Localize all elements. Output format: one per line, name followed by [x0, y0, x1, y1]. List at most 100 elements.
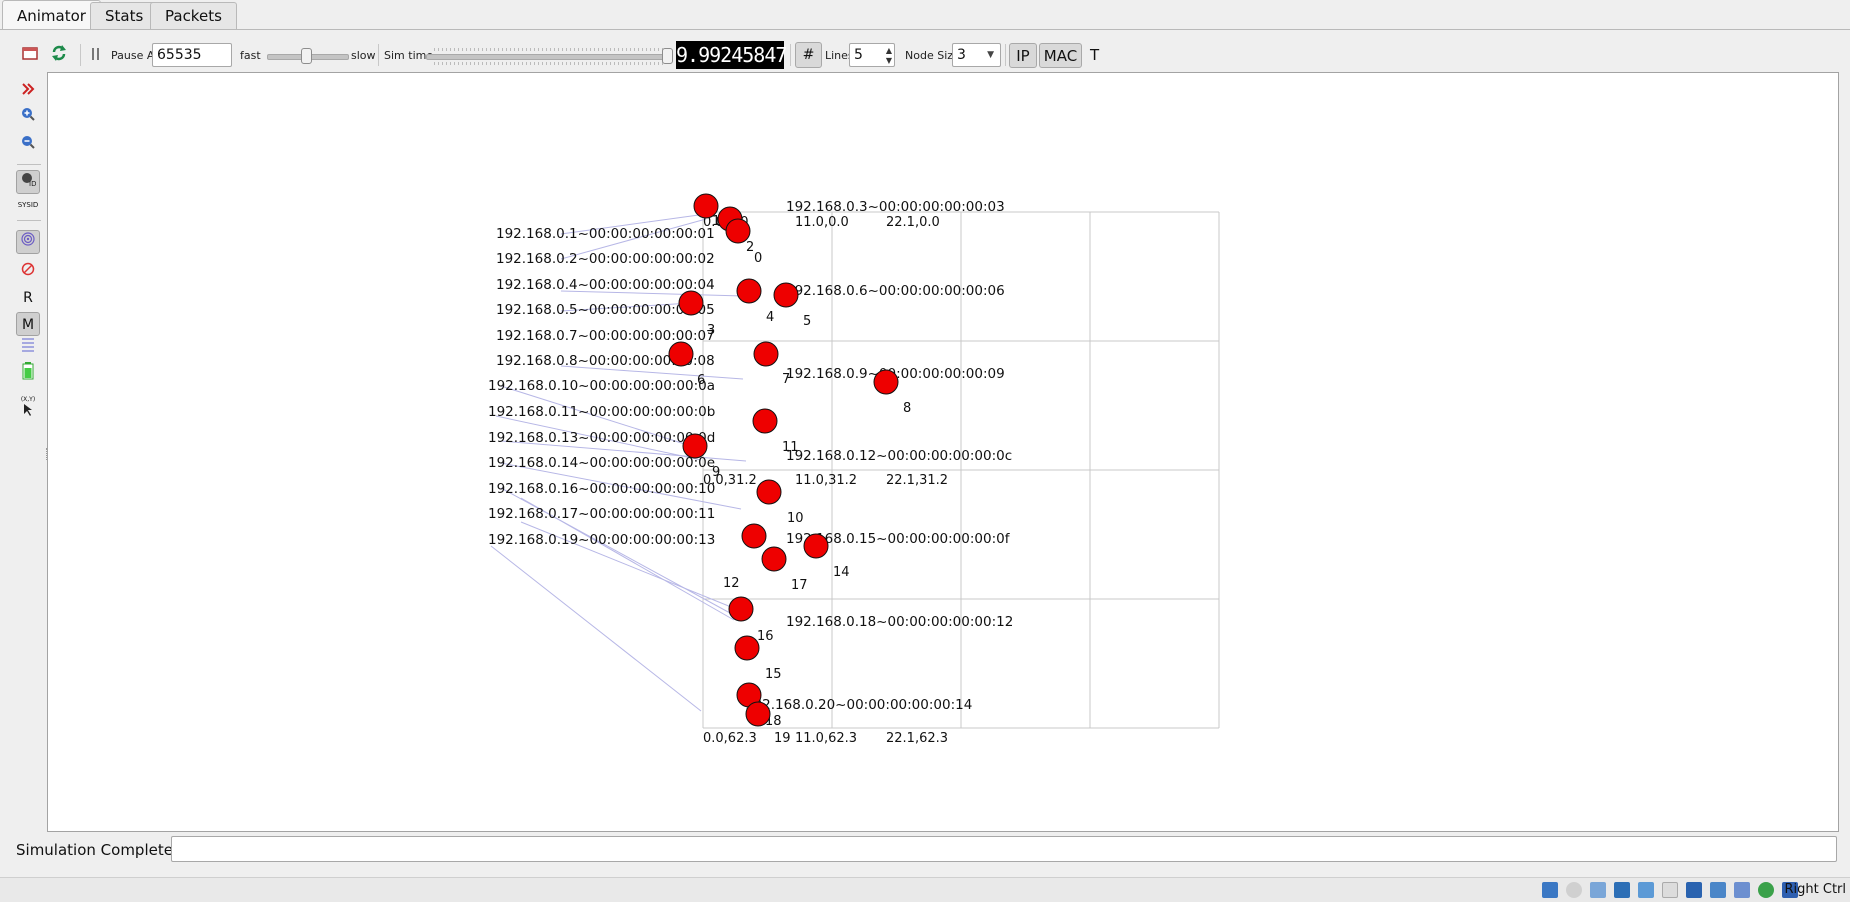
guest-additions-icon[interactable]: [1758, 882, 1774, 898]
network-scene: 0.0,0.011.0,0.022.1,0.00.0,31.211.0,31.2…: [488, 193, 1220, 746]
network-node[interactable]: [745, 701, 771, 727]
link-line: [490, 545, 702, 712]
m-tool-button[interactable]: M: [16, 312, 40, 336]
address-label: 192.168.0.6~00:00:00:00:00:06: [786, 283, 1005, 299]
shared-folders-icon[interactable]: [1662, 882, 1678, 898]
node-id-label: 10: [787, 511, 804, 526]
sim-time-slider-handle[interactable]: [662, 48, 673, 64]
tab-animator[interactable]: Animator: [2, 0, 101, 30]
cpu-icon[interactable]: [1734, 882, 1750, 898]
node-id-label: 16: [757, 629, 774, 644]
mac-toggle-button[interactable]: MAC: [1039, 43, 1082, 68]
network-node[interactable]: [752, 408, 778, 434]
node-id-label: 9: [712, 465, 720, 480]
node-id-label: 11: [782, 440, 799, 455]
network-node[interactable]: [803, 533, 829, 559]
grid-coordinate-label: 22.1,31.2: [886, 473, 948, 488]
toolbar-separator: [378, 44, 379, 66]
t-toggle-button[interactable]: T: [1090, 43, 1106, 68]
zoom-out-icon[interactable]: [16, 134, 40, 158]
network-node[interactable]: [668, 341, 694, 367]
open-trace-icon[interactable]: [22, 46, 38, 60]
toolbar-separator: [1005, 44, 1006, 66]
network-node[interactable]: [741, 523, 767, 549]
sim-time-ticks: [434, 48, 664, 51]
zoom-in-icon[interactable]: [16, 106, 40, 130]
network-node[interactable]: [725, 218, 751, 244]
sysid-label: SYSID: [17, 201, 39, 209]
hard-disk-icon[interactable]: [1542, 882, 1558, 898]
sim-time-slider[interactable]: [426, 46, 674, 68]
network-node[interactable]: [736, 278, 762, 304]
optical-drive-icon[interactable]: [1566, 882, 1582, 898]
tool-separator: [17, 220, 41, 221]
tab-divider: [0, 29, 1850, 30]
recording-icon[interactable]: [1710, 882, 1726, 898]
r-tool-button[interactable]: R: [16, 286, 40, 310]
pointer-icon: [24, 404, 32, 416]
tab-packets[interactable]: Packets: [150, 2, 237, 29]
grid-coordinate-label: 11.0,62.3: [795, 731, 857, 746]
status-message-field: [171, 836, 1837, 862]
network-node[interactable]: [682, 433, 708, 459]
wireless-circles-icon[interactable]: [16, 230, 40, 254]
usb-icon[interactable]: [1638, 882, 1654, 898]
address-label: 192.168.0.14~00:00:00:00:00:0e: [488, 455, 715, 471]
coordinates-tool[interactable]: (X,Y): [16, 396, 40, 420]
node-id-label: 6: [697, 373, 705, 388]
fast-forward-icon[interactable]: [16, 80, 40, 104]
sim-time-ticks: [434, 62, 664, 65]
grid-toggle-button[interactable]: #: [795, 42, 822, 68]
spin-down-icon[interactable]: ▼: [886, 50, 892, 72]
audio-icon[interactable]: [1590, 882, 1606, 898]
address-label: 192.168.0.2~00:00:00:00:00:02: [496, 251, 715, 267]
pause-at-input[interactable]: 65535: [152, 43, 232, 67]
node-id-label: 4: [766, 310, 774, 325]
network-node[interactable]: [756, 479, 782, 505]
lines-list-icon[interactable]: [16, 336, 40, 360]
network-node[interactable]: [761, 546, 787, 572]
network-node[interactable]: [678, 290, 704, 316]
svg-text:ID: ID: [29, 180, 36, 187]
address-label: 192.168.0.16~00:00:00:00:00:10: [488, 481, 715, 497]
battery-icon[interactable]: [16, 362, 40, 386]
network-node[interactable]: [734, 635, 760, 661]
fast-label: fast: [240, 49, 261, 62]
host-key-label: Right Ctrl: [1784, 882, 1847, 897]
chevron-down-icon: ▼: [987, 50, 994, 60]
pause-icon[interactable]: [91, 46, 101, 62]
no-entry-icon[interactable]: [16, 260, 40, 284]
reload-icon[interactable]: [50, 44, 68, 62]
network-node[interactable]: [873, 369, 899, 395]
toolbar: Pause At 65535 fast slow Sim time 9.9924…: [0, 40, 1850, 70]
address-label: 192.168.0.20~00:00:00:00:00:14: [745, 697, 972, 713]
grid-coordinate-label: 22.1,0.0: [886, 215, 940, 230]
tool-separator: [17, 164, 41, 165]
node-id-label: 8: [903, 401, 911, 416]
left-toolbar: ID SYSID R M (X,Y): [0, 76, 46, 436]
network-node[interactable]: [753, 341, 779, 367]
network-node[interactable]: [728, 596, 754, 622]
speed-slider-handle[interactable]: [301, 48, 312, 64]
tab-stats[interactable]: Stats: [90, 2, 159, 29]
node-size-select[interactable]: 3 ▼: [952, 43, 1001, 67]
tab-bar: Animator Stats Packets: [0, 0, 1850, 30]
address-labels: 192.168.0.1~00:00:00:00:00:01 192.168.0.2…: [488, 199, 1013, 713]
address-label: 192.168.0.19~00:00:00:00:00:13: [488, 532, 715, 548]
speed-slider[interactable]: [267, 48, 349, 66]
vm-status-bar: Right Ctrl: [0, 877, 1850, 902]
node-id-label: 15: [765, 667, 782, 682]
address-label: 192.168.0.11~00:00:00:00:00:0b: [488, 404, 715, 420]
network-icon[interactable]: [1614, 882, 1630, 898]
node-id-label: 14: [833, 565, 850, 580]
network-node[interactable]: [773, 282, 799, 308]
ip-toggle-button[interactable]: IP: [1009, 43, 1037, 68]
address-label: 192.168.0.12~00:00:00:00:00:0c: [786, 448, 1012, 464]
lines-spinbox[interactable]: 5 ▲ ▼: [849, 43, 895, 67]
animation-canvas[interactable]: 0.0,0.011.0,0.022.1,0.00.0,31.211.0,31.2…: [47, 72, 1839, 832]
node-id-label: 12: [723, 576, 740, 591]
toolbar-separator: [80, 44, 81, 66]
display-icon[interactable]: [1686, 882, 1702, 898]
show-node-id-icon[interactable]: ID: [16, 170, 40, 194]
node-id-label: 17: [791, 578, 808, 593]
